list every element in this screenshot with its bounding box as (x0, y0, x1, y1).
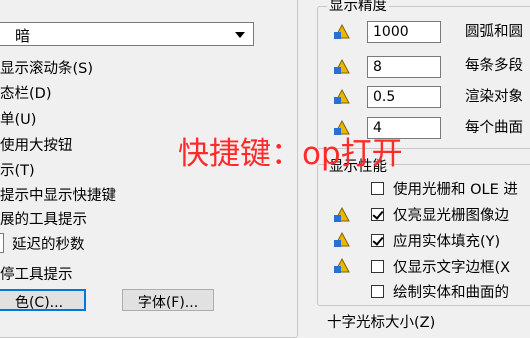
color-scheme-dropdown[interactable]: 暗 (0, 22, 254, 46)
rendered-smoothness-input[interactable]: 0.5 (367, 86, 441, 108)
solid-fill-label: 应用实体填充(Y) (393, 234, 501, 250)
drawing-setting-icon (334, 231, 350, 247)
option-extended-tooltips[interactable]: 展的工具提示 (0, 208, 87, 229)
text-boundary-label: 仅显示文字边框(X (393, 260, 511, 276)
highlight-raster-frame-label: 仅亮显光栅图像边 (393, 208, 509, 224)
colors-button[interactable]: 色(C)... (0, 289, 86, 311)
checkbox-raster-ole[interactable] (371, 182, 384, 195)
arc-smoothness-input[interactable]: 1000 (367, 21, 441, 43)
rendered-smoothness-label: 渲染对象 (465, 89, 523, 105)
delay-seconds-input[interactable] (0, 233, 4, 253)
drawing-setting-icon (334, 88, 350, 104)
arc-smoothness-label: 圆弧和圆 (465, 24, 523, 40)
option-scrollbars[interactable]: 显示滚动条(S) (0, 57, 93, 78)
raster-ole-label: 使用光栅和 OLE 进 (393, 182, 518, 198)
checkbox-text-boundary[interactable] (371, 260, 384, 273)
dropdown-value: 暗 (15, 27, 31, 45)
crosshair-size-label: 十字光标大小(Z) (327, 315, 436, 331)
chevron-down-icon (235, 32, 245, 38)
drawing-setting-icon (334, 257, 350, 273)
option-rollover-tooltips[interactable]: 停工具提示 (0, 263, 73, 284)
checkbox-highlight-raster-frame[interactable] (371, 208, 384, 221)
option-shortcut-in-tooltips[interactable]: 提示中显示快捷键 (0, 184, 116, 205)
option-menu[interactable]: 单(U) (0, 108, 36, 129)
display-precision-title: 显示精度 (327, 0, 389, 15)
shortcut-annotation: 快捷键：op打开 (178, 136, 403, 172)
contour-lines-label: 每个曲面 (465, 120, 523, 136)
option-large-buttons[interactable]: 使用大按钮 (0, 134, 73, 155)
polyline-segments-input[interactable]: 8 (367, 56, 441, 78)
checkbox-silhouette-edges[interactable] (371, 285, 384, 298)
silhouette-edges-label: 绘制实体和曲面的 (393, 285, 509, 301)
checkbox-solid-fill[interactable] (371, 234, 384, 247)
drawing-setting-icon (334, 58, 350, 74)
polyline-segments-label: 每条多段 (465, 58, 523, 74)
option-show-tooltips[interactable]: 示(T) (0, 159, 35, 180)
drawing-setting-icon (334, 23, 350, 39)
delay-seconds-label: 延迟的秒数 (12, 237, 85, 253)
option-statusbar[interactable]: 态栏(D) (0, 82, 51, 103)
drawing-setting-icon (334, 206, 350, 222)
fonts-button[interactable]: 字体(F)... (122, 289, 214, 311)
